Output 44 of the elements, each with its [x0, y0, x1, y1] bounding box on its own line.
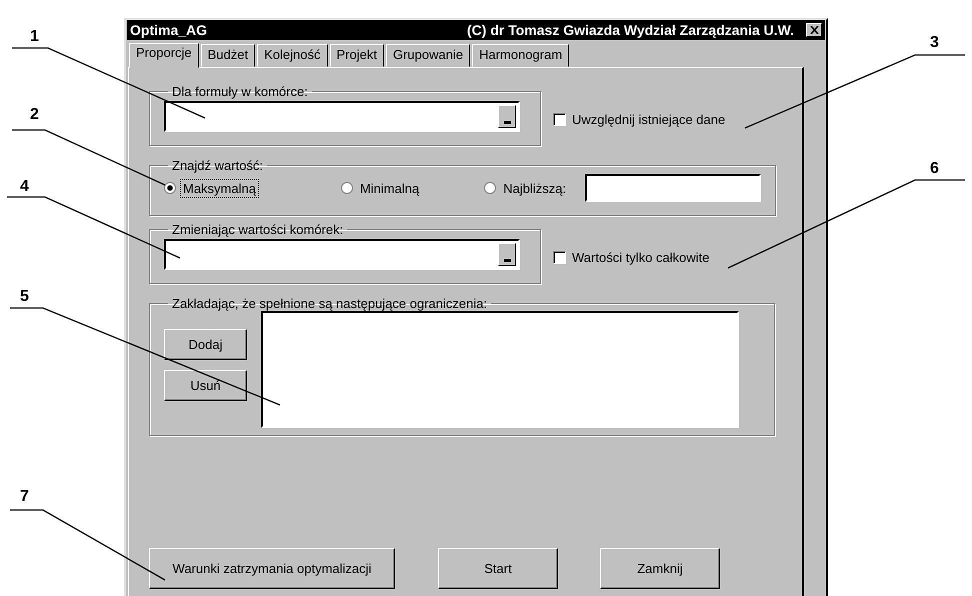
group-label: Zmieniając wartości komórek: [171, 222, 344, 237]
input-field[interactable] [164, 239, 520, 270]
callout-number: 4 [20, 178, 29, 196]
constraints-list[interactable] [261, 311, 739, 428]
copyright-text: (C) dr Tomasz Gwiazda Wydział Zarządzania U.W. [467, 22, 794, 38]
dialog-button[interactable]: Warunki zatrzymania optymalizacji [149, 548, 395, 589]
input-field[interactable] [585, 174, 762, 202]
radio-label: Najbliższą: [502, 180, 568, 198]
callout-number: 3 [930, 34, 939, 52]
tab[interactable]: Harmonogram [472, 44, 570, 67]
range-picker-button[interactable] [498, 243, 516, 266]
callout-number: 1 [30, 28, 39, 46]
range-picker-button[interactable] [498, 105, 516, 128]
radio-button[interactable] [164, 182, 176, 194]
tab[interactable]: Kolejność [257, 44, 328, 67]
checkbox-label: Uwzględnij istniejące dane [572, 112, 726, 127]
tab[interactable]: Projekt [330, 44, 384, 67]
constraint-button[interactable]: Dodaj [164, 329, 247, 360]
tab[interactable]: Proporcje [129, 43, 199, 68]
callout-number: 6 [930, 160, 939, 178]
dash-icon [504, 121, 510, 124]
group-label: Zakładając, że spełnione są następujące ograniczenia: [171, 296, 488, 311]
radio-label: Minimalną [358, 180, 420, 198]
callout-number: 2 [30, 106, 39, 124]
radio-button[interactable] [484, 182, 496, 194]
radio-button[interactable] [340, 182, 353, 194]
constraint-button[interactable]: Usuń [164, 370, 247, 401]
dialog-button[interactable]: Zamknij [600, 548, 720, 589]
radio-label: Maksymalną [180, 178, 259, 198]
dialog-button[interactable]: Start [438, 548, 558, 589]
close-button[interactable] [806, 23, 822, 37]
group-label: Dla formuły w komórce: [171, 84, 309, 99]
window-title: Optima_AG [130, 22, 208, 38]
close-icon [810, 26, 818, 34]
input-field[interactable] [164, 101, 520, 132]
checkbox[interactable] [553, 113, 566, 126]
callout-number: 5 [20, 288, 29, 306]
tab[interactable]: Budżet [200, 44, 256, 67]
dash-icon [504, 259, 510, 262]
checkbox[interactable] [553, 251, 566, 264]
group-label: Znajdź wartość: [171, 158, 264, 173]
callout-number: 7 [20, 488, 29, 506]
checkbox-label: Wartości tylko całkowite [572, 250, 710, 265]
tab[interactable]: Grupowanie [386, 44, 470, 67]
